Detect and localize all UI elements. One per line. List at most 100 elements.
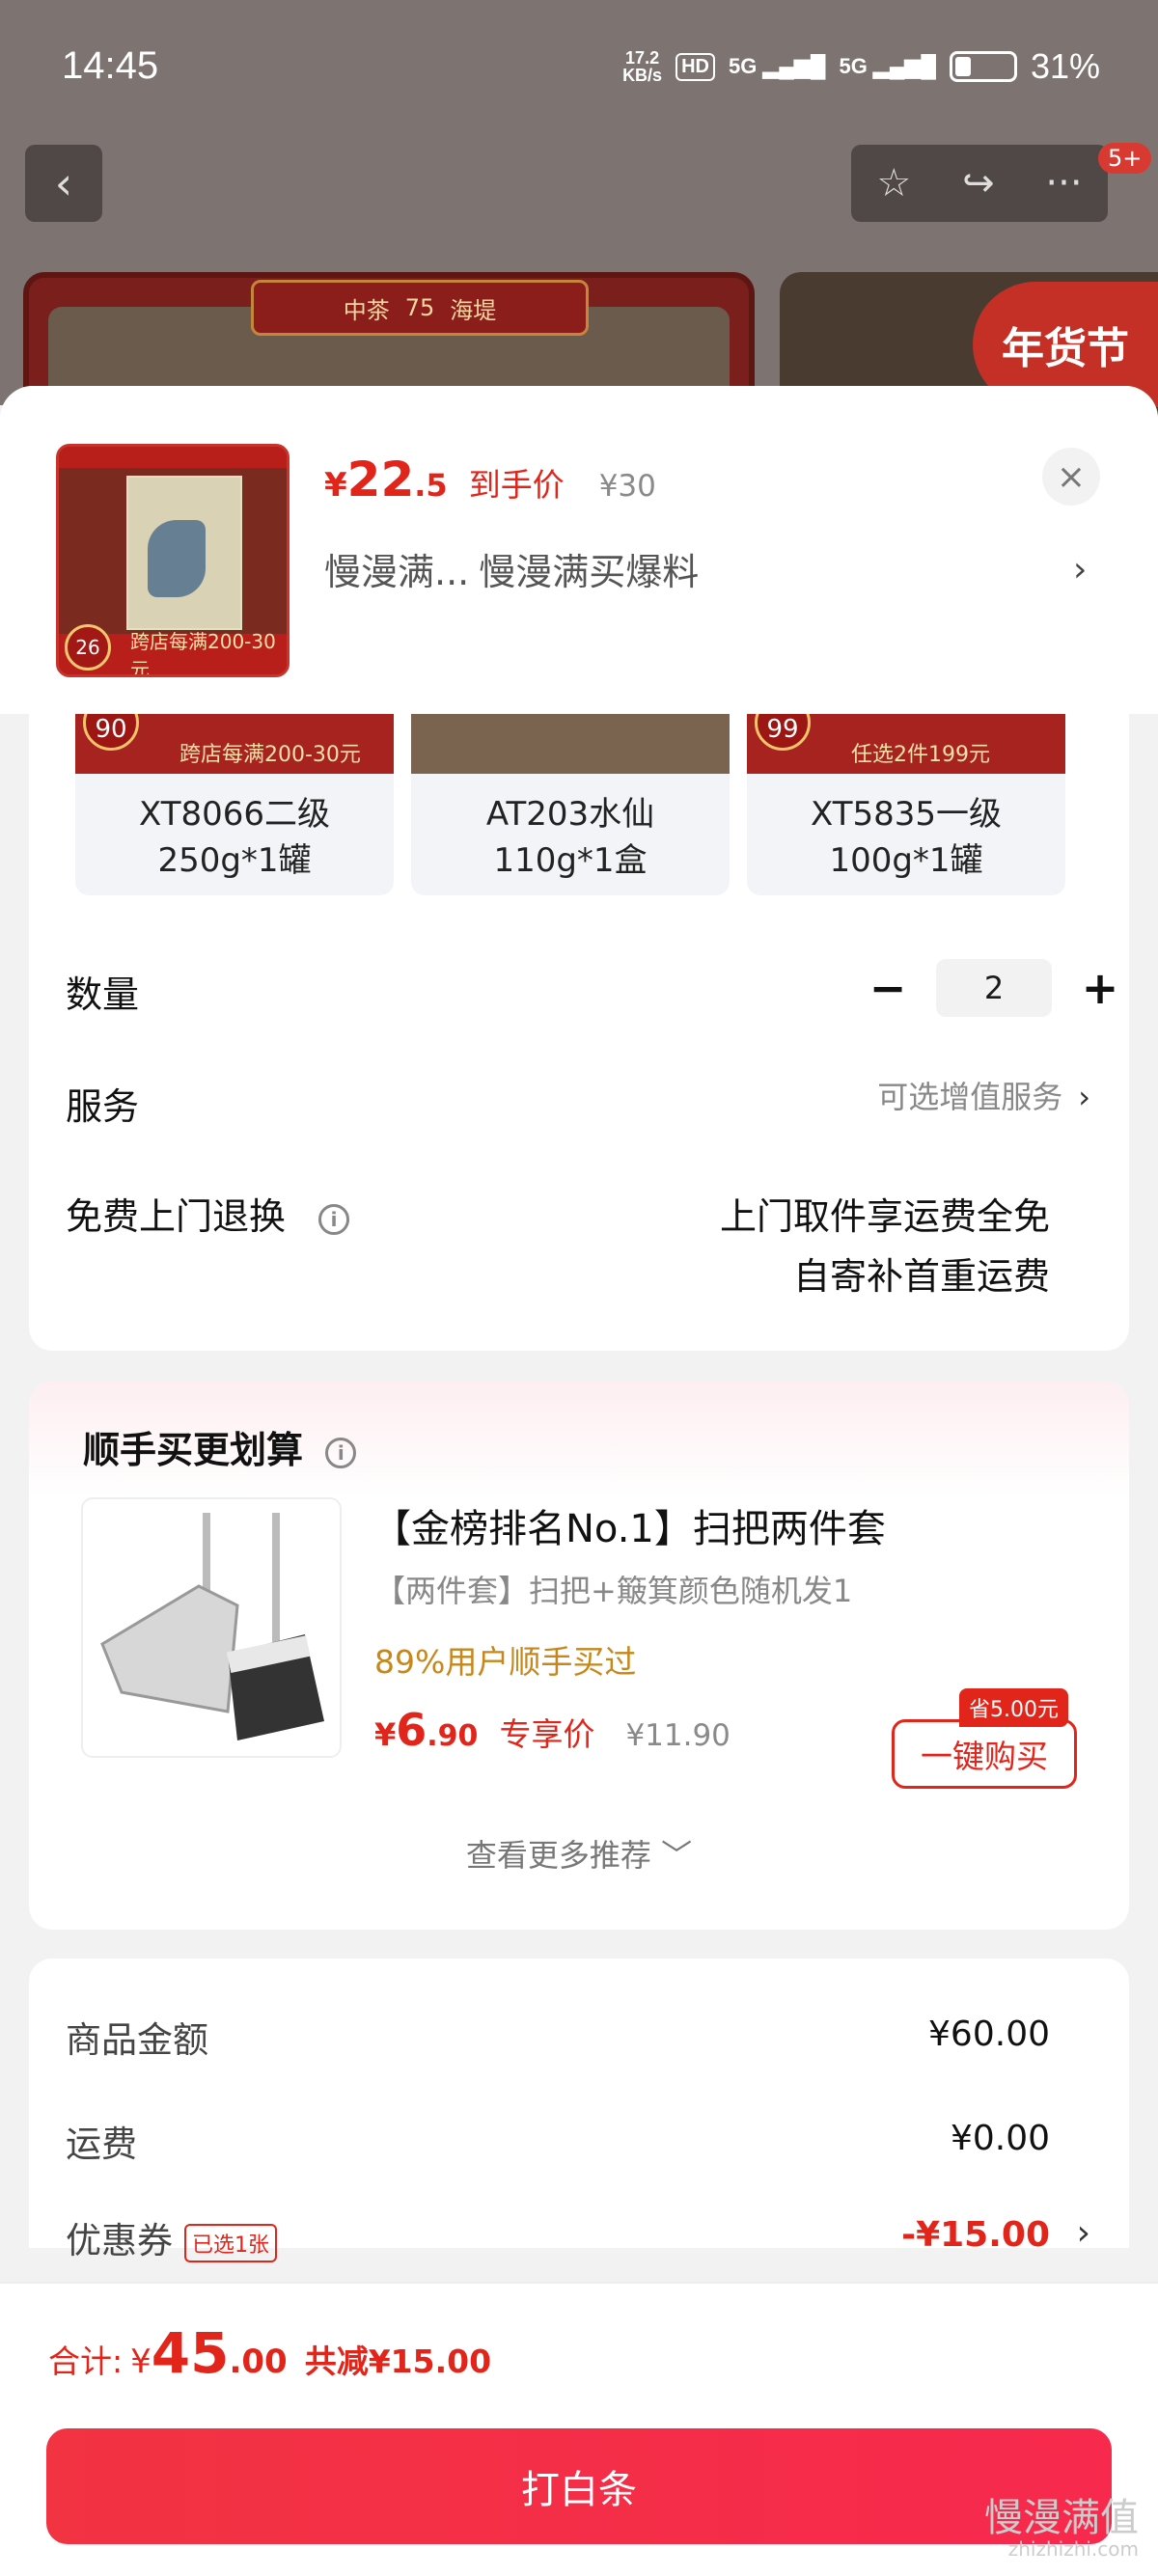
original-price: ¥30 [598,469,656,504]
battery-percent: 31% [1030,46,1100,86]
broom-set-image[interactable] [81,1497,342,1758]
thumb-badge: 26 [65,624,111,671]
recommend-price: ¥ 6 .90 专享价 ¥11.90 [374,1704,731,1756]
sheet-header: 跨店每满200-30元 26 ¥ 22 .5 到手价 ¥30 × 慢漫满... … [0,386,1158,714]
service-label: 服务 [66,1085,140,1128]
return-policy-detail: 上门取件享运费全免 自寄补首重运费 [720,1187,1050,1306]
watermark: 慢漫满值 zhizhizhi.com [984,2499,1139,2561]
chevron-right-icon: › [1078,1079,1090,1115]
total-symbol: ¥ [130,2343,152,2381]
total-integer: 45 [151,2320,230,2386]
brand-haidi: 海堤 [450,296,497,324]
sku-badge: 90 [83,714,139,751]
spec-card: 90 跨店每满200-30元 XT8066二级 250g*1罐 AT203水仙 … [29,714,1129,1351]
info-icon[interactable]: i [325,1437,357,1468]
sku-name: XT8066二级 [139,795,330,834]
brand-plate: 中茶 75 海堤 [251,280,589,336]
coupon-label-text: 优惠券 [66,2220,173,2261]
star-icon[interactable]: ☆ [876,161,911,206]
coupon-label: 优惠券 已选1张 [66,2211,277,2263]
goods-amount-value: ¥60.00 [928,2014,1050,2054]
quantity-label: 数量 [66,973,140,1016]
recommend-title-text: 顺手买更划算 [83,1429,304,1471]
product-thumbnail[interactable]: 跨店每满200-30元 26 [56,444,290,677]
sku-image: 99 任选2件199元 [747,714,1065,774]
watermark-url: zhizhizhi.com [1007,2537,1139,2561]
signal-icon: 5G ▂▄▆█ [728,54,826,78]
chevron-right-icon[interactable]: › [1077,2213,1090,2253]
recommend-card: 顺手买更划算 i 【金榜排名No.1】扫把两件套 【两件套】扫把+簸箕颜色随机发… [29,1382,1129,1930]
price-decimal: .5 [414,467,448,504]
promo-text: 慢漫满买爆料 [479,551,700,593]
sku-image [411,714,730,774]
return-policy-label: 免费上门退换 i [66,1187,350,1240]
nav-actions: ☆ ↪ ··· [851,145,1108,222]
net-speed-value: 17.2 [625,48,660,68]
one-click-buy-button[interactable]: 一键购买 [892,1719,1077,1789]
sku-name: AT203水仙 [485,795,655,834]
close-button[interactable]: × [1042,448,1100,506]
return-line-1: 上门取件享运费全免 [719,1195,1050,1238]
recommend-bought: 89%用户顺手买过 [374,1643,637,1681]
price-symbol: ¥ [374,1716,397,1753]
net-speed: 17.2 KB/s [622,49,662,84]
price-integer: 22 [346,452,415,507]
quantity-stepper: − 2 + [859,959,1129,1017]
sku-promo: 跨店每满200-30元 [179,743,361,767]
info-icon[interactable]: i [318,1203,350,1235]
price-symbol: ¥ [324,466,347,505]
total-label: 合计: [48,2343,124,2380]
promo-prefix: 慢漫满... [324,551,470,593]
total-summary: 合计: ¥ 45 .00 共减¥15.00 [48,2320,491,2386]
service-selector[interactable]: 可选增值服务 › [877,1073,1090,1117]
battery-icon [949,51,1017,82]
recommend-title: 顺手买更划算 i [83,1420,357,1473]
sku-image: 90 跨店每满200-30元 [75,714,394,774]
total-decimal: .00 [229,2343,288,2381]
save-badge: 省5.00元 [959,1688,1068,1727]
status-icons: 17.2 KB/s HD 5G ▂▄▆█ 5G ▂▄▆█ 31% [622,46,1100,87]
back-icon: ‹ [54,157,73,209]
sku-label: AT203水仙 110g*1盒 [411,791,730,884]
promo-row[interactable]: 慢漫满... 慢漫满买爆料 [324,542,699,595]
chevron-right-icon[interactable]: › [1073,550,1087,589]
goods-amount-label: 商品金额 [66,2019,208,2061]
sku-badge: 99 [755,714,811,751]
sku-option[interactable]: 90 跨店每满200-30元 XT8066二级 250g*1罐 [75,714,394,895]
plus-icon[interactable]: + [1071,959,1129,1017]
totals-card: 商品金额 ¥60.00 运费 ¥0.00 优惠券 已选1张 -¥15.00 › [29,1959,1129,2262]
return-line-2: 自寄补首重运费 [792,1255,1050,1298]
signal-icon-2: 5G ▂▄▆█ [839,54,936,78]
shipping-label: 运费 [66,2124,137,2165]
total-reduction: 共减¥15.00 [304,2343,492,2380]
sku-label: XT5835一级 100g*1罐 [747,791,1065,884]
recommend-name[interactable]: 【金榜排名No.1】扫把两件套 [372,1497,886,1553]
purchase-sheet: 跨店每满200-30元 26 ¥ 22 .5 到手价 ¥30 × 慢漫满... … [0,386,1158,2576]
background-page: 14:45 17.2 KB/s HD 5G ▂▄▆█ 5G ▂▄▆█ 31% ‹… [0,0,1158,426]
recommend-desc: 【两件套】扫把+簸箕颜色随机发1 [374,1573,853,1609]
coupon-tag: 已选1张 [184,2223,277,2262]
price-decimal: .90 [427,1719,479,1753]
quantity-input[interactable]: 2 [936,959,1052,1017]
more-icon[interactable]: ··· [1045,161,1082,206]
coupon-value[interactable]: -¥15.00 [901,2215,1050,2255]
sku-label: XT8066二级 250g*1罐 [75,791,394,884]
sku-option[interactable]: 99 任选2件199元 XT5835一级 100g*1罐 [747,714,1065,895]
sku-name: XT5835一级 [811,795,1002,834]
pay-button[interactable]: 打白条 [46,2428,1112,2544]
price-integer: 6 [396,1704,427,1756]
share-icon[interactable]: ↪ [962,161,995,206]
sku-spec: 100g*1罐 [829,841,983,880]
price-tag: 到手价 [468,466,565,504]
brand-zhongcha: 中茶 [343,296,390,324]
more-recommend-link[interactable]: 查看更多推荐 ﹀ [29,1831,1129,1876]
sku-option[interactable]: AT203水仙 110g*1盒 [411,714,730,895]
notification-badge: 5+ [1098,143,1152,174]
return-policy-text: 免费上门退换 [66,1195,287,1238]
back-button[interactable]: ‹ [25,145,102,222]
close-icon: × [1056,456,1087,497]
watermark-text: 慢漫满值 [984,2496,1139,2540]
minus-icon[interactable]: − [859,959,917,1017]
original-price: ¥11.90 [625,1718,731,1753]
price-row: ¥ 22 .5 到手价 ¥30 [324,452,656,507]
